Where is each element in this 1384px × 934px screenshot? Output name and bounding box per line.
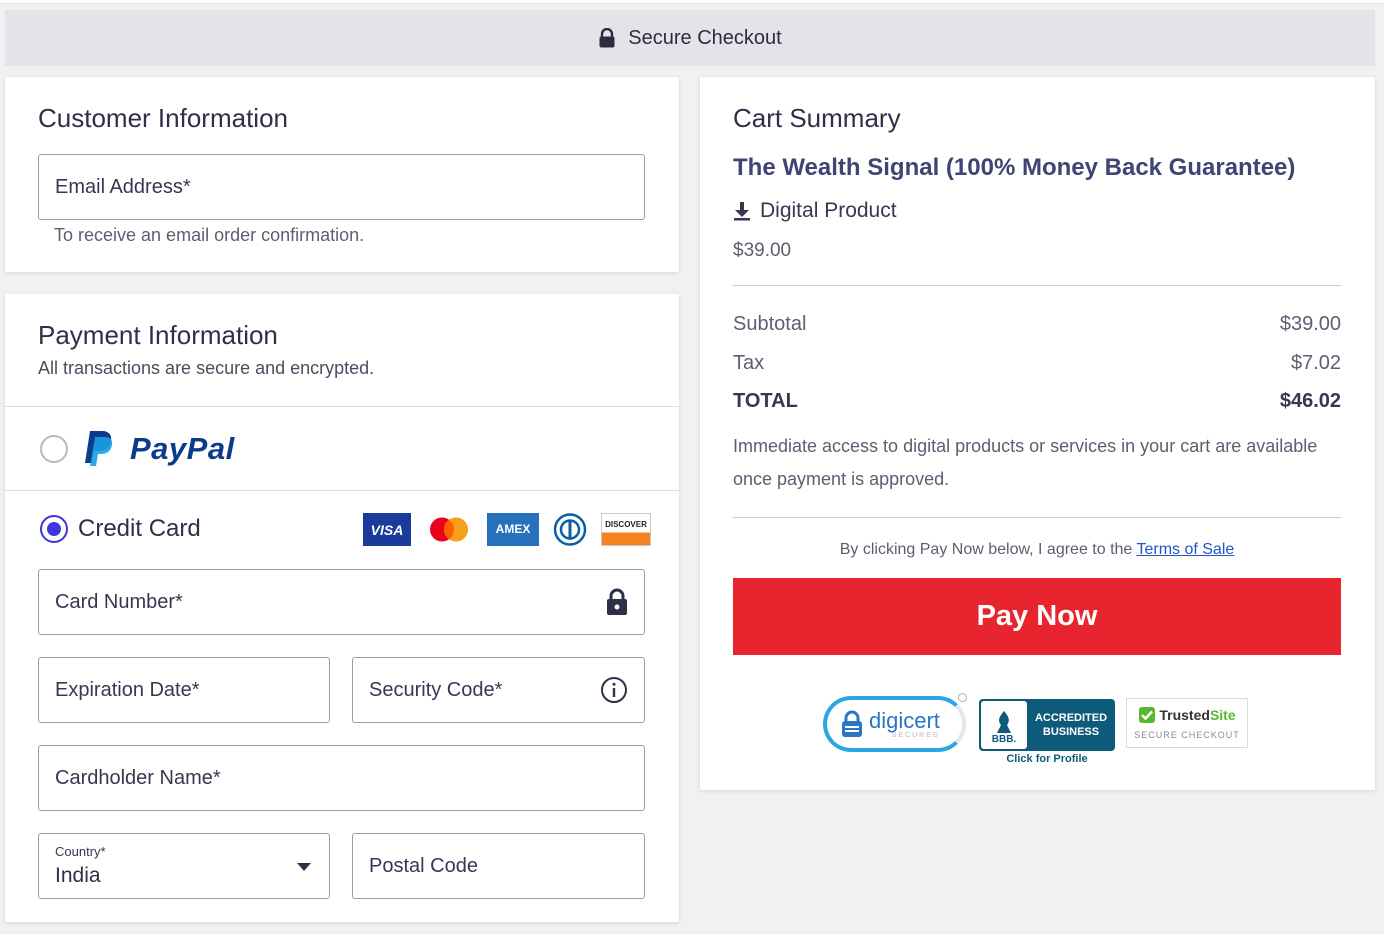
cardholder-name-field[interactable]: Cardholder Name*	[38, 745, 645, 811]
bbb-accredited-badge[interactable]: BBB. ACCREDITED BUSINESS	[979, 699, 1115, 751]
tax-row: Tax $7.02	[733, 352, 1341, 375]
payment-information-heading: Payment Information	[38, 320, 278, 350]
bbb-torch-icon	[997, 711, 1011, 733]
card-brand-logos: VISA AMEX DISCOVER	[363, 513, 651, 546]
country-value: India	[55, 864, 101, 887]
tax-label: Tax	[733, 352, 765, 374]
bbb-text-block: ACCREDITED BUSINESS	[1027, 711, 1115, 739]
chevron-down-icon	[297, 863, 311, 871]
product-type: Digital Product	[733, 199, 897, 223]
site-text: Site	[1209, 707, 1236, 723]
bbb-line2: BUSINESS	[1042, 726, 1100, 738]
trustedsite-badge[interactable]: Trusted Site SECURE CHECKOUT	[1126, 698, 1248, 748]
email-help-text: To receive an email order confirmation.	[54, 225, 365, 245]
subtotal-row: Subtotal $39.00	[733, 313, 1341, 336]
paypal-radio[interactable]	[40, 435, 68, 463]
bbb-torch-block: BBB.	[981, 701, 1027, 749]
amex-icon: AMEX	[487, 513, 539, 546]
registered-mark	[958, 693, 967, 702]
payment-information-card: Payment Information All transactions are…	[5, 294, 679, 922]
total-row: TOTAL $46.02	[733, 390, 1341, 413]
expiration-date-field[interactable]: Expiration Date*	[38, 657, 330, 723]
bbb-profile-link[interactable]: Click for Profile	[979, 753, 1115, 765]
country-label: Country*	[55, 844, 106, 859]
digicert-badge[interactable]: digicert SECURED	[823, 696, 966, 752]
amex-label: AMEX	[495, 522, 531, 536]
customer-information-card: Customer Information Email Address* To r…	[5, 77, 679, 272]
visa-icon: VISA	[363, 513, 411, 546]
postal-code-field[interactable]: Postal Code	[352, 833, 645, 899]
email-field[interactable]: Email Address*	[38, 154, 645, 220]
product-name: The Wealth Signal (100% Money Back Guara…	[733, 154, 1296, 181]
diners-club-icon	[553, 513, 587, 546]
payment-subtitle: All transactions are secure and encrypte…	[38, 358, 375, 378]
digicert-text-block: digicert SECURED	[869, 707, 940, 739]
checkmark-icon	[1139, 707, 1156, 723]
discover-icon: DISCOVER	[601, 513, 651, 546]
lock-icon	[599, 28, 615, 48]
subtotal-label: Subtotal	[733, 313, 807, 335]
cardholder-name-label: Cardholder Name*	[55, 766, 221, 789]
terms-of-sale-link[interactable]: Terms of Sale	[1136, 541, 1234, 558]
secure-checkout-banner: Secure Checkout	[5, 10, 1375, 66]
banner-title: Secure Checkout	[628, 26, 782, 49]
trustedsite-title: Trusted Site	[1138, 706, 1236, 724]
padlock-icon	[842, 710, 862, 737]
trustedsite-sub: SECURE CHECKOUT	[1134, 730, 1240, 740]
divider	[5, 490, 679, 491]
subtotal-value: $39.00	[1279, 313, 1341, 335]
discover-label: DISCOVER	[605, 520, 647, 529]
credit-card-option[interactable]: Credit Card	[40, 512, 201, 546]
product-type-label: Digital Product	[760, 199, 897, 222]
digicert-text: digicert	[869, 707, 940, 733]
paypal-label: PayPal	[130, 431, 235, 466]
download-icon	[734, 202, 750, 221]
mastercard-icon	[430, 517, 468, 542]
pay-now-label: Pay Now	[976, 600, 1098, 632]
credit-card-radio-dot	[47, 522, 61, 536]
top-border	[0, 0, 1384, 4]
bbb-mark: BBB.	[991, 734, 1017, 745]
card-number-field[interactable]: Card Number*	[38, 569, 645, 635]
total-label: TOTAL	[733, 390, 798, 412]
access-note: Immediate access to digital products or …	[733, 436, 1318, 489]
security-code-field[interactable]: Security Code*	[352, 657, 645, 723]
country-select[interactable]: Country* India	[38, 833, 330, 899]
lock-icon	[607, 588, 627, 615]
total-value: $46.02	[1279, 390, 1341, 412]
info-icon[interactable]	[600, 676, 628, 704]
terms-prefix: By clicking Pay Now below, I agree to th…	[839, 541, 1133, 558]
divider	[5, 406, 679, 407]
security-code-label: Security Code*	[369, 678, 503, 701]
divider	[733, 517, 1341, 518]
customer-information-heading: Customer Information	[38, 103, 288, 133]
email-field-label: Email Address*	[55, 175, 191, 198]
divider	[733, 285, 1341, 286]
paypal-option[interactable]: PayPal	[40, 424, 235, 474]
credit-card-label: Credit Card	[78, 515, 201, 542]
postal-code-label: Postal Code	[369, 854, 478, 877]
bbb-line1: ACCREDITED	[1034, 712, 1108, 724]
credit-card-radio[interactable]	[40, 515, 68, 543]
card-number-label: Card Number*	[55, 590, 183, 613]
digicert-sub: SECURED	[891, 731, 940, 739]
terms-agreement: By clicking Pay Now below, I agree to th…	[733, 541, 1341, 559]
product-price: $39.00	[733, 240, 792, 261]
tax-value: $7.02	[1290, 352, 1341, 374]
pay-now-button[interactable]: Pay Now	[733, 578, 1341, 655]
expiration-date-label: Expiration Date*	[55, 678, 200, 701]
paypal-logo-icon	[85, 431, 113, 466]
trusted-text: Trusted	[1159, 707, 1210, 723]
cart-summary-heading: Cart Summary	[733, 103, 901, 133]
